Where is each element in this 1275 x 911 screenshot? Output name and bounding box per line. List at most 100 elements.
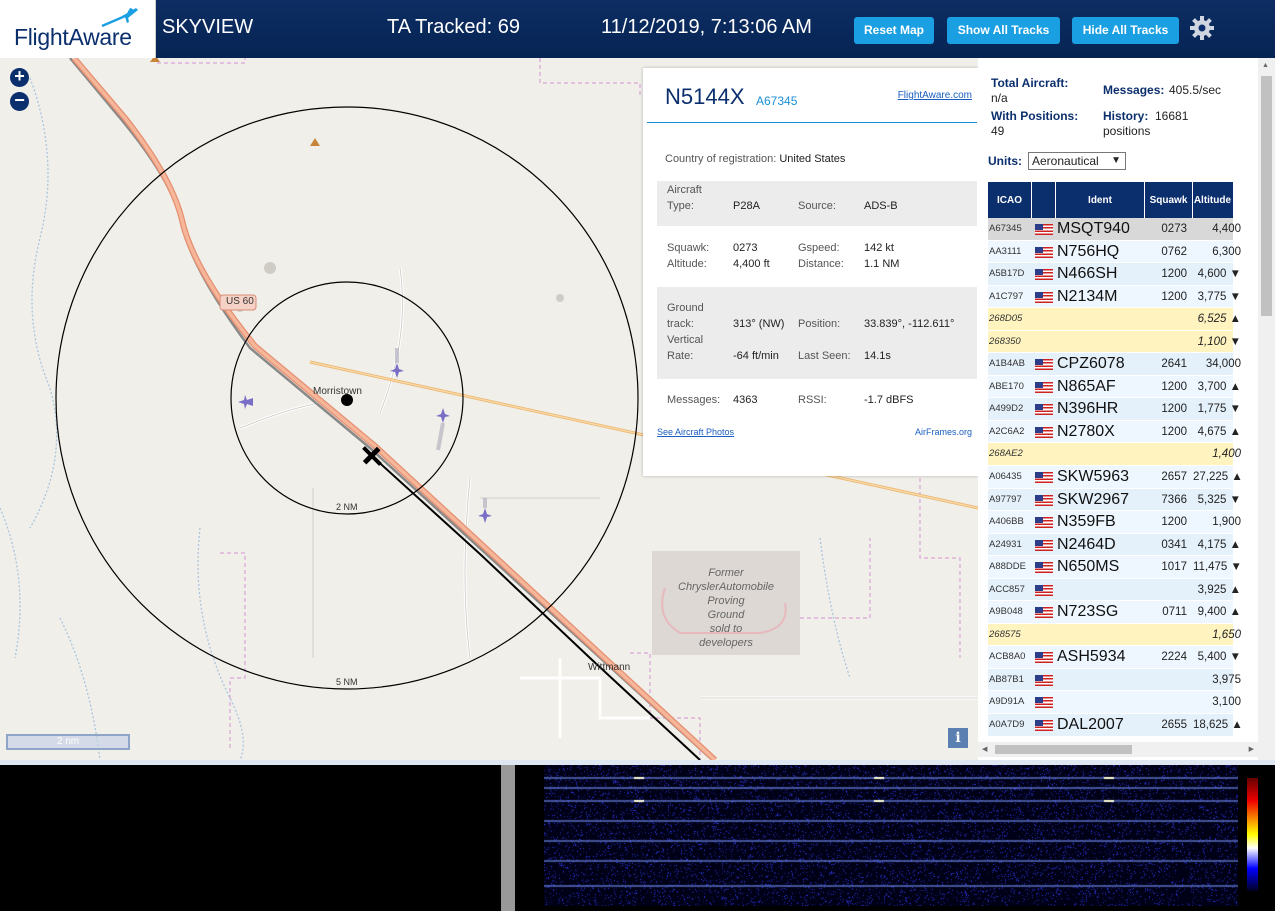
squawk-cell: 2657 (1161, 471, 1187, 484)
airframes-link[interactable]: AirFrames.org (915, 427, 972, 437)
popup-divider (647, 122, 977, 123)
us-flag-icon (1035, 224, 1053, 235)
ident-cell: N2134M (1057, 287, 1118, 305)
table-row[interactable]: A67345 MSQT940 0273 4,400 (988, 218, 1241, 241)
ident-cell: N359FB (1057, 513, 1116, 531)
zoom-out-button[interactable]: − (10, 91, 29, 111)
range-ring-label-2nm: 2 NM (336, 502, 358, 512)
ident-cell (1057, 443, 1145, 465)
vertical-scrollbar[interactable]: ▲ (1258, 58, 1275, 760)
icao-cell: 268575 (989, 628, 1021, 640)
history-value: 16681 positions (1103, 109, 1189, 138)
aircraft-icao-link[interactable]: A67345 (756, 94, 797, 108)
table-row[interactable]: A5B17D N466SH 1200 4,600 ▼ (988, 263, 1241, 286)
squawk-cell: 0762 (1161, 245, 1187, 258)
country-row: Country of registration: United States (665, 153, 845, 165)
table-row[interactable]: A9B048 N723SG 0711 9,400 ▲ (988, 601, 1241, 624)
table-row[interactable]: A97797 SKW2967 7366 5,325 ▼ (988, 488, 1241, 512)
ident-cell: N756HQ (1057, 242, 1120, 260)
us-flag-icon (1035, 404, 1053, 416)
table-row[interactable]: 268350 1,100 ▼ (988, 330, 1241, 354)
scroll-right-icon[interactable]: ▶ (1249, 745, 1254, 753)
altitude-cell: 27,225 ▲ (1193, 471, 1243, 484)
ident-cell: N723SG (1057, 603, 1119, 621)
horizontal-scrollbar-thumb[interactable] (995, 745, 1132, 754)
altitude-cell: 9,400 ▲ (1197, 606, 1241, 619)
squawk-label: Squawk: (667, 242, 710, 254)
icao-cell: ACC857 (989, 583, 1025, 595)
zoom-in-button[interactable]: + (10, 67, 29, 87)
town-label-wittmann: Wittmann (588, 662, 631, 673)
waterfall-display (544, 765, 1238, 906)
icao-cell: A5B17D (989, 268, 1025, 280)
aircraft-list-panel: Total Aircraft: n/a Messages: 405.5/sec … (978, 58, 1275, 760)
last-seen-value: 14.1s (864, 350, 891, 362)
distance-value: 1.1 NM (864, 258, 900, 270)
vertical-rate-label: Vertical Rate: (667, 334, 704, 362)
us-flag-icon (1035, 494, 1053, 506)
flightaware-logo[interactable]: FlightAware (0, 0, 156, 58)
table-row[interactable]: ACB8A0 ASH5934 2224 5,400 ▼ (988, 646, 1241, 669)
aircraft-photos-link[interactable]: See Aircraft Photos (657, 427, 734, 437)
table-row[interactable]: AA3111 N756HQ 0762 6,300 (988, 240, 1241, 264)
flag-cell (1033, 669, 1055, 691)
altitude-cell: 1,650 (1212, 628, 1241, 641)
squawk-cell: 0341 (1161, 538, 1187, 551)
horizontal-scrollbar[interactable]: ◀ ▶ (978, 742, 1258, 757)
map-info-button[interactable]: i (948, 728, 968, 748)
show-all-tracks-button[interactable]: Show All Tracks (947, 17, 1060, 44)
gspeed-value: 142 kt (864, 242, 894, 254)
table-row[interactable]: A1C797 N2134M 1200 3,775 ▼ (988, 285, 1241, 309)
table-row[interactable]: A9D91A 3,100 (988, 691, 1241, 715)
country-label: Country of registration: (665, 153, 777, 165)
ident-cell (1057, 691, 1145, 713)
table-row[interactable]: A0A7D9 DAL2007 2655 18,625 ▲ (988, 714, 1243, 737)
flag-cell (1033, 443, 1055, 465)
altitude-cell: 3,975 (1212, 673, 1241, 686)
table-row[interactable]: A499D2 N396HR 1200 1,775 ▼ (988, 398, 1241, 421)
total-aircraft-label: Total Aircraft: (991, 76, 1069, 90)
aircraft-type-block: Aircraft Type: P28A Source: ADS-B (657, 181, 977, 226)
column-header-squawk[interactable]: Squawk (1145, 182, 1193, 218)
settings-gear-icon[interactable] (1189, 15, 1215, 41)
table-row[interactable]: A06435 SKW5963 2657 27,225 ▲ (988, 466, 1243, 489)
us-flag-icon (1035, 246, 1053, 258)
column-header-flag[interactable] (1032, 182, 1056, 218)
altitude-cell: 3,100 (1212, 696, 1241, 709)
scroll-left-icon[interactable]: ◀ (982, 745, 987, 753)
altitude-cell: 4,175 ▲ (1197, 538, 1241, 551)
table-row[interactable]: ACC857 3,925 ▲ (988, 578, 1241, 602)
column-header-altitude[interactable]: Altitude (ft) (1193, 182, 1249, 218)
table-row[interactable]: 268D05 6,525 ▲ (988, 308, 1241, 331)
flag-cell (1033, 353, 1055, 375)
reset-map-button[interactable]: Reset Map (854, 17, 934, 44)
ground-track-label: Ground track: (667, 302, 704, 330)
squawk-cell (1146, 579, 1191, 601)
hide-all-tracks-button[interactable]: Hide All Tracks (1072, 17, 1179, 44)
altitude-cell: 11,475 ▼ (1193, 561, 1242, 574)
squawk-cell: 2641 (1161, 358, 1187, 371)
column-header-icao[interactable]: ICAO (988, 182, 1032, 218)
scroll-up-icon[interactable]: ▲ (1262, 62, 1269, 69)
ident-cell (1057, 669, 1145, 691)
table-row[interactable]: A88DDE N650MS 1017 11,475 ▼ (988, 556, 1242, 579)
table-row[interactable]: A406BB N359FB 1200 1,900 (988, 511, 1241, 534)
vertical-scrollbar-thumb[interactable] (1261, 76, 1272, 316)
table-row[interactable]: 268575 1,650 (988, 623, 1241, 647)
panel-gutter (515, 765, 544, 911)
squawk-cell: 1200 (1161, 403, 1187, 416)
table-row[interactable]: A2C6A2 N2780X 1200 4,675 ▲ (988, 420, 1241, 444)
icao-cell: A2C6A2 (989, 425, 1025, 437)
plane-logo-icon (101, 8, 138, 28)
aircraft-type-label: Aircraft Type: (667, 184, 702, 212)
flightaware-link[interactable]: FlightAware.com (898, 90, 972, 101)
icao-cell: A1B4AB (989, 358, 1025, 370)
table-row[interactable]: A24931 N2464D 0341 4,175 ▲ (988, 533, 1241, 557)
table-row[interactable]: AB87B1 3,975 (988, 668, 1241, 692)
column-header-ident[interactable]: Ident (1056, 182, 1145, 218)
table-row[interactable]: 268AE2 1,400 (988, 443, 1241, 467)
table-row[interactable]: ABE170 N865AF 1200 3,700 ▲ (988, 375, 1241, 399)
table-row[interactable]: A1B4AB CPZ6078 2641 34,000 (988, 353, 1241, 376)
units-select[interactable]: Aeronautical ▼ (1028, 152, 1126, 170)
ident-cell: MSQT940 (1057, 220, 1130, 237)
